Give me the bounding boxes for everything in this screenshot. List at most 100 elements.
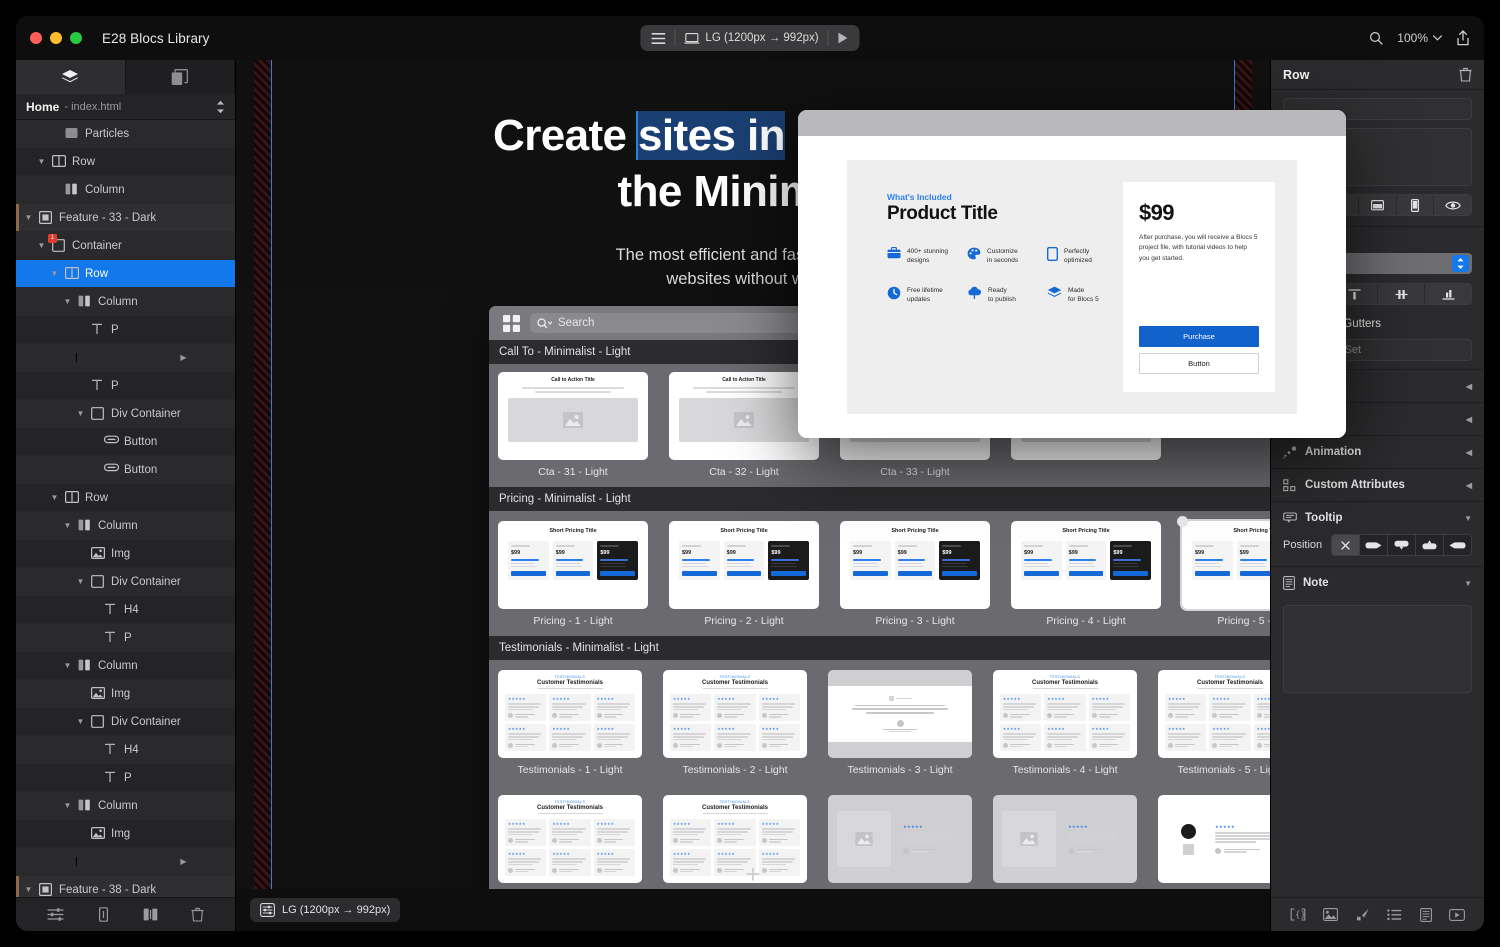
chevron-right-icon[interactable] bbox=[76, 353, 235, 362]
layer-row-div-container[interactable]: Div Container bbox=[16, 568, 235, 596]
layer-row-img[interactable]: Img bbox=[16, 680, 235, 708]
settings-sliders-icon[interactable] bbox=[47, 907, 64, 922]
layer-row-column[interactable]: Column bbox=[16, 512, 235, 540]
accordion-tooltip[interactable]: Tooltip ▼ bbox=[1271, 501, 1484, 534]
layer-row-row[interactable]: Row bbox=[16, 148, 235, 176]
note-textarea[interactable] bbox=[1283, 605, 1472, 693]
code-brackets-icon[interactable] bbox=[97, 907, 110, 922]
trash-icon[interactable] bbox=[1459, 67, 1472, 82]
chevron-down-icon[interactable] bbox=[63, 297, 72, 306]
trash-icon[interactable] bbox=[191, 907, 204, 922]
assets-tab[interactable] bbox=[126, 60, 235, 94]
minimize-button[interactable] bbox=[50, 32, 62, 44]
code-icon[interactable]: {} bbox=[1290, 908, 1306, 921]
chevron-down-icon[interactable] bbox=[76, 577, 85, 586]
bloc-thumbnail[interactable]: ★★★★★ bbox=[1158, 795, 1270, 883]
close-button[interactable] bbox=[30, 32, 42, 44]
image-icon[interactable] bbox=[1323, 908, 1339, 921]
stepper-icon[interactable] bbox=[216, 100, 225, 114]
chevron-down-icon[interactable] bbox=[50, 269, 59, 278]
tooltip-position-right-button[interactable] bbox=[1360, 535, 1389, 555]
layer-row-h2[interactable]: H2 bbox=[16, 344, 235, 372]
list-icon[interactable] bbox=[1387, 908, 1402, 921]
preview-button[interactable] bbox=[829, 27, 858, 49]
layer-row-button[interactable]: Button bbox=[16, 428, 235, 456]
tooltip-position-left-button[interactable] bbox=[1444, 535, 1471, 555]
accordion-animation[interactable]: Animation ◀ bbox=[1271, 435, 1484, 468]
share-icon[interactable] bbox=[1456, 30, 1470, 46]
library-bloc-card[interactable]: TESTIMONIALS Customer Testimonials ★★★★★ ★★… bbox=[1158, 670, 1270, 785]
breakpoint-status-pill[interactable]: LG (1200px → 992px) bbox=[250, 898, 401, 922]
breakpoint-menu-button[interactable] bbox=[642, 27, 674, 49]
chevron-down-icon[interactable] bbox=[63, 801, 72, 810]
library-bloc-card[interactable]: Short Pricing Title $99 $99 $99 Pricing - 4 … bbox=[1011, 521, 1161, 636]
visibility-mobile-button[interactable] bbox=[1396, 195, 1435, 215]
layer-row-p[interactable]: P bbox=[16, 764, 235, 792]
bloc-thumbnail[interactable]: TESTIMONIALS Customer Testimonials ★★★★★ ★★… bbox=[1158, 670, 1270, 758]
tooltip-position-bottom-button[interactable] bbox=[1388, 535, 1417, 555]
align-middle-button[interactable] bbox=[1378, 284, 1425, 304]
layer-row-row[interactable]: Row bbox=[16, 484, 235, 512]
layer-row-h4[interactable]: H4 bbox=[16, 736, 235, 764]
layer-row-feature-33-dark[interactable]: Feature - 33 - Dark bbox=[16, 204, 235, 232]
library-bloc-card[interactable]: Short Pricing Title $99 $99 $99 Pricing - 3 … bbox=[840, 521, 990, 636]
layer-row-div-container[interactable]: Div Container bbox=[16, 848, 235, 876]
document-icon[interactable] bbox=[1419, 907, 1432, 922]
page-selector[interactable]: Home - index.html bbox=[16, 94, 235, 120]
chevron-down-icon[interactable] bbox=[37, 157, 46, 166]
chevron-down-icon[interactable] bbox=[76, 409, 85, 418]
layer-tree-tab[interactable] bbox=[16, 60, 126, 94]
layer-row-column[interactable]: Column bbox=[16, 176, 235, 204]
bloc-thumbnail[interactable]: Short Pricing Title$99$99$99 bbox=[840, 521, 990, 609]
bloc-thumbnail[interactable]: Short Pricing Title$99$99$99 bbox=[1011, 521, 1161, 609]
breakpoint-selector[interactable]: LG (1200px → 992px) bbox=[675, 27, 827, 49]
bloc-thumbnail[interactable]: ★★★★★ bbox=[993, 795, 1137, 883]
tooltip-position-top-button[interactable] bbox=[1416, 535, 1445, 555]
layer-row-column[interactable]: Column bbox=[16, 792, 235, 820]
grid-view-icon[interactable] bbox=[503, 314, 520, 332]
library-bloc-card[interactable]: Short Pricing Title $99 $99 $99 Pricing - 2 … bbox=[669, 521, 819, 636]
zoom-control[interactable]: 100% bbox=[1397, 31, 1442, 45]
search-icon[interactable] bbox=[1369, 31, 1383, 45]
stepper-icon[interactable] bbox=[1452, 255, 1469, 272]
visibility-preview-button[interactable] bbox=[1434, 195, 1471, 215]
library-bloc-card[interactable]: ★★★★★Testimonials - 10 - Light bbox=[993, 795, 1137, 901]
layer-row-feature-38-dark[interactable]: Feature - 38 - Dark bbox=[16, 876, 235, 897]
layer-row-button[interactable]: Button bbox=[16, 456, 235, 484]
library-bloc-card[interactable]: TESTIMONIALS Customer Testimonials ★★★★★ ★★… bbox=[993, 670, 1137, 785]
chevron-down-icon[interactable] bbox=[37, 241, 46, 250]
bloc-thumbnail[interactable] bbox=[828, 670, 972, 758]
chevron-down-icon[interactable] bbox=[63, 661, 72, 670]
chevron-down-icon[interactable] bbox=[24, 213, 33, 222]
chevron-down-icon[interactable] bbox=[24, 885, 33, 894]
chevron-down-icon[interactable] bbox=[63, 521, 72, 530]
chevron-down-icon[interactable] bbox=[50, 493, 59, 502]
accordion-note[interactable]: Note ▼ bbox=[1271, 566, 1484, 599]
library-bloc-card[interactable]: TESTIMONIALS Customer Testimonials ★★★★★ ★★… bbox=[498, 795, 642, 901]
layer-row-div-container[interactable]: Div Container bbox=[16, 708, 235, 736]
library-bloc-card[interactable]: Call to Action Title Cta - 32 - Light bbox=[669, 372, 819, 487]
chevron-right-icon[interactable] bbox=[76, 857, 235, 866]
library-bloc-card[interactable]: ★★★★★Testimonials - 9 - Light bbox=[828, 795, 972, 901]
layer-row-p[interactable]: P bbox=[16, 316, 235, 344]
layer-row-img[interactable]: Img bbox=[16, 540, 235, 568]
layer-row-img[interactable]: Img bbox=[16, 820, 235, 848]
bloc-thumbnail[interactable]: Short Pricing Title$99$99$99 bbox=[669, 521, 819, 609]
bloc-thumbnail[interactable]: Call to Action Title bbox=[669, 372, 819, 460]
bloc-preview-modal[interactable]: What's Included Product Title 400+ stunn… bbox=[798, 110, 1346, 438]
library-bloc-card[interactable]: Call to Action Title Cta - 31 - Light bbox=[498, 372, 648, 487]
layer-row-h4[interactable]: H4 bbox=[16, 596, 235, 624]
bloc-thumbnail[interactable]: TESTIMONIALS Customer Testimonials ★★★★★ ★★… bbox=[663, 670, 807, 758]
video-icon[interactable] bbox=[1449, 908, 1466, 921]
tooltip-position-none-button[interactable] bbox=[1332, 535, 1361, 555]
tooltip-position-segments[interactable] bbox=[1331, 534, 1472, 556]
library-bloc-card[interactable]: Testimonials - 3 - Light bbox=[828, 670, 972, 785]
add-bloc-button[interactable]: + bbox=[745, 861, 760, 887]
layer-row-column[interactable]: Column bbox=[16, 288, 235, 316]
bloc-thumbnail[interactable]: TESTIMONIALS Customer Testimonials ★★★★★ ★★… bbox=[993, 670, 1137, 758]
brush-icon[interactable] bbox=[1356, 908, 1370, 921]
bloc-thumbnail[interactable]: Short Pricing Title$99$99$99 bbox=[1180, 519, 1270, 611]
library-bloc-card[interactable]: ★★★★★Testimonials - 11 - Light bbox=[1158, 795, 1270, 901]
layer-row-column[interactable]: Column bbox=[16, 652, 235, 680]
library-bloc-card[interactable]: TESTIMONIALS Customer Testimonials ★★★★★ ★★… bbox=[663, 795, 807, 901]
